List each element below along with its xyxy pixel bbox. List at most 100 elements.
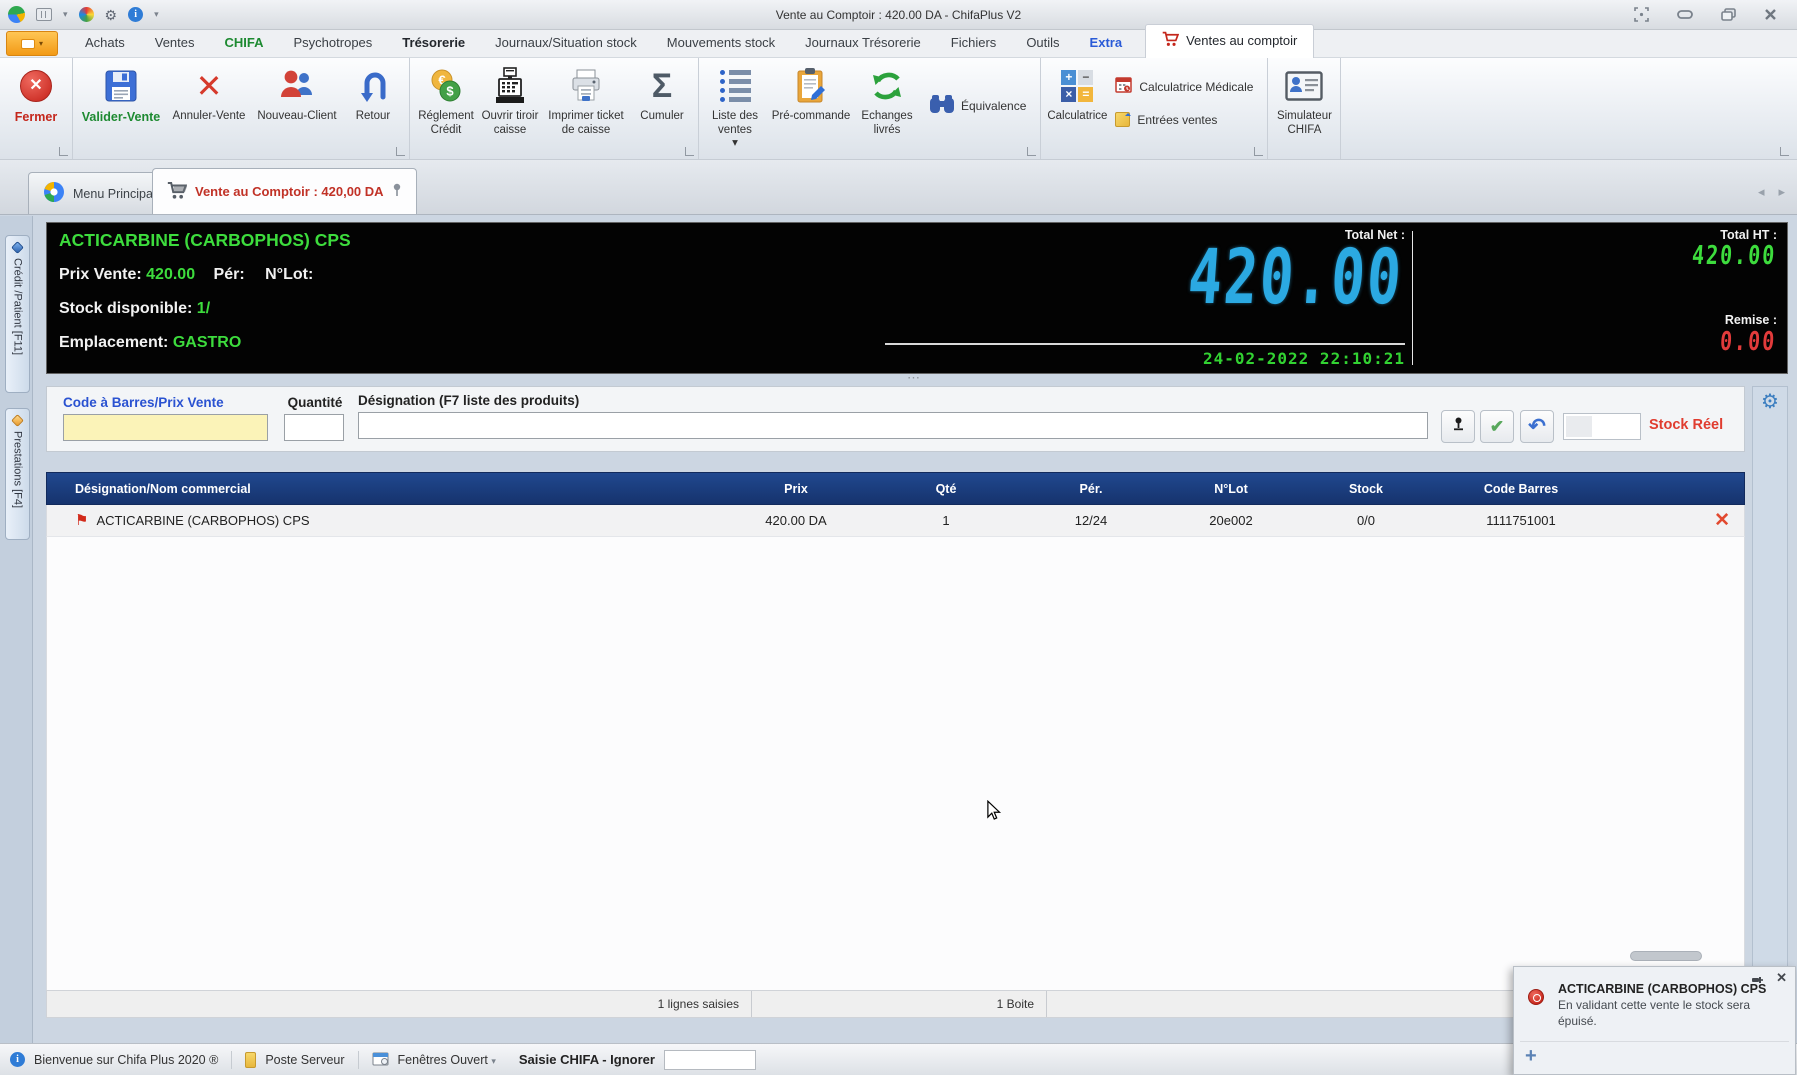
annuler-vente-button[interactable]: ✕ Annuler-Vente <box>165 63 253 124</box>
fermer-label: Fermer <box>15 110 57 125</box>
sigma-icon: Σ <box>652 69 672 103</box>
group-launcher-icon[interactable] <box>685 147 694 156</box>
remise-value: 0.00 <box>1719 328 1777 354</box>
entrees-ventes-button[interactable]: Entrées ventes <box>1115 112 1253 127</box>
retour-button[interactable]: Retour <box>341 63 405 124</box>
display-product-name: ACTICARBINE (CARBOPHOS) CPS <box>59 230 351 251</box>
welcome-text: Bienvenue sur Chifa Plus 2020 ® <box>34 1053 218 1067</box>
fullscreen-button[interactable] <box>1634 7 1649 22</box>
tab-journaux-tresorerie[interactable]: Journaux Trésorerie <box>790 29 936 57</box>
emplacement-label: Emplacement: <box>59 334 168 351</box>
barcode-input[interactable] <box>63 414 268 441</box>
header-per[interactable]: Pér. <box>1021 482 1161 496</box>
tab-menu-principal[interactable]: Menu Principal <box>28 172 171 214</box>
calculatrice-medicale-button[interactable]: Calculatrice Médicale <box>1115 77 1253 96</box>
notification-popup: ✕ ACTICARBINE (CARBOPHOS) CPS En validan… <box>1513 966 1796 1075</box>
entrees-ventes-label: Entrées ventes <box>1137 113 1217 127</box>
imprimer-ticket-button[interactable]: Imprimer ticket de caisse <box>542 63 630 137</box>
tab-ventes[interactable]: Ventes <box>140 29 210 57</box>
delete-row-icon[interactable]: ✕ <box>1714 510 1730 531</box>
info-icon[interactable]: i <box>128 7 143 22</box>
pin-entry-button[interactable] <box>1441 410 1475 443</box>
echanges-livres-button[interactable]: Echanges livrés <box>855 63 919 137</box>
color-wheel-icon[interactable] <box>79 7 94 22</box>
stock-reel-segment <box>1566 416 1592 437</box>
ouvrir-tiroir-button[interactable]: Ouvrir tiroir caisse <box>478 63 542 137</box>
header-stock[interactable]: Stock <box>1301 482 1431 496</box>
equivalence-button[interactable]: Équivalence <box>919 63 1036 149</box>
check-icon: ✔ <box>1490 417 1504 437</box>
gear-icon[interactable]: ⚙ <box>105 8 118 22</box>
medical-calculator-icon <box>1115 77 1132 96</box>
id-card-icon <box>1285 65 1323 107</box>
nouveau-client-button[interactable]: Nouveau-Client <box>253 63 341 124</box>
quick-access-caret-icon[interactable]: ▾ <box>154 9 159 20</box>
stock-reel-box[interactable] <box>1563 413 1641 440</box>
title-bar: ▾ ⚙ i ▾ Vente au Comptoir : 420.00 DA - … <box>0 0 1797 30</box>
tab-ventes-au-comptoir[interactable]: Ventes au comptoir <box>1145 24 1314 58</box>
return-arrow-icon <box>359 65 387 107</box>
tab-achats[interactable]: Achats <box>70 29 140 57</box>
prestations-vertical-tab[interactable]: Prestations [F4] <box>5 408 30 540</box>
validate-line-button[interactable]: ✔ <box>1480 410 1514 443</box>
window-layout-icon[interactable] <box>36 8 52 21</box>
restore-button[interactable] <box>1721 8 1736 21</box>
fenetres-ouvert-button[interactable]: Fenêtres Ouvert ▾ <box>398 1053 496 1067</box>
header-designation[interactable]: Désignation/Nom commercial <box>47 482 721 496</box>
group-launcher-icon[interactable] <box>59 147 68 156</box>
save-icon <box>104 65 138 107</box>
tab-scroll-right-icon[interactable]: ▸ <box>1778 184 1785 200</box>
table-row[interactable]: ⚑ ACTICARBINE (CARBOPHOS) CPS 420.00 DA … <box>46 505 1745 537</box>
saisie-chifa-label: Saisie CHIFA - Ignorer <box>519 1052 655 1067</box>
app-menu-button[interactable]: ▾ <box>6 31 58 56</box>
scrollbar-thumb[interactable] <box>1630 951 1702 961</box>
cumuler-button[interactable]: Σ Cumuler <box>630 63 694 124</box>
panel-resize-grip[interactable]: ⋯ <box>870 374 960 382</box>
cart-icon <box>167 181 187 203</box>
tab-tresorerie[interactable]: Trésorerie <box>387 29 480 57</box>
tab-journaux-situation-stock[interactable]: Journaux/Situation stock <box>480 29 652 57</box>
diamond-orange-icon <box>11 414 24 427</box>
undo-line-button[interactable]: ↶ <box>1520 410 1554 443</box>
group-launcher-icon[interactable] <box>1027 147 1036 156</box>
credit-patient-vertical-tab[interactable]: Crédit /Patient [F11] <box>5 235 30 393</box>
tab-extra[interactable]: Extra <box>1075 29 1138 57</box>
tab-chifa[interactable]: CHIFA <box>210 29 279 57</box>
chevron-down-icon[interactable]: ▾ <box>63 9 68 20</box>
header-code-barres[interactable]: Code Barres <box>1431 482 1611 496</box>
display-datetime: 24-02-2022 22:10:21 <box>1203 349 1405 368</box>
precommande-button[interactable]: Pré-commande <box>767 63 855 124</box>
add-icon[interactable]: + <box>1525 1045 1537 1068</box>
minimize-button[interactable] <box>1677 10 1693 19</box>
calculatrice-button[interactable]: +−×= Calculatrice <box>1045 63 1109 124</box>
fermer-button[interactable]: ✕ Fermer <box>4 63 68 125</box>
calculatrice-label: Calculatrice <box>1047 110 1107 124</box>
tab-mouvements-stock[interactable]: Mouvements stock <box>652 29 790 57</box>
ribbon-launcher-icon[interactable] <box>1780 147 1789 156</box>
group-launcher-icon[interactable] <box>396 147 405 156</box>
header-qte[interactable]: Qté <box>871 482 1021 496</box>
display-vertical-separator <box>1412 231 1413 365</box>
valider-vente-button[interactable]: Valider-Vente <box>77 63 165 125</box>
quantity-input[interactable] <box>284 414 344 441</box>
tab-scroll-left-icon[interactable]: ◂ <box>1758 184 1765 200</box>
pin-icon[interactable] <box>392 183 402 200</box>
stock-disponible-value: 1/ <box>197 300 210 317</box>
gear-icon[interactable]: ⚙ <box>1761 391 1779 413</box>
liste-ventes-button[interactable]: Liste des ventes ▾ <box>703 63 767 151</box>
tab-vente-au-comptoir[interactable]: Vente au Comptoir : 420,00 DA <box>152 168 417 214</box>
tab-psychotropes[interactable]: Psychotropes <box>279 29 388 57</box>
header-nlot[interactable]: N°Lot <box>1161 482 1301 496</box>
calculatrice-medicale-label: Calculatrice Médicale <box>1139 80 1253 94</box>
stock-disponible-label: Stock disponible: <box>59 300 192 317</box>
close-window-button[interactable] <box>1764 8 1777 21</box>
designation-input[interactable] <box>358 412 1428 439</box>
saisie-chifa-input[interactable] <box>664 1050 756 1070</box>
tab-outils[interactable]: Outils <box>1011 29 1074 57</box>
group-launcher-icon[interactable] <box>1254 147 1263 156</box>
sale-display-panel: ACTICARBINE (CARBOPHOS) CPS Prix Vente: … <box>46 222 1788 374</box>
tab-fichiers[interactable]: Fichiers <box>936 29 1012 57</box>
simulateur-chifa-button[interactable]: Simulateur CHIFA <box>1272 63 1336 137</box>
reglement-credit-button[interactable]: €$ Réglement Crédit <box>414 63 478 137</box>
header-prix[interactable]: Prix <box>721 482 871 496</box>
